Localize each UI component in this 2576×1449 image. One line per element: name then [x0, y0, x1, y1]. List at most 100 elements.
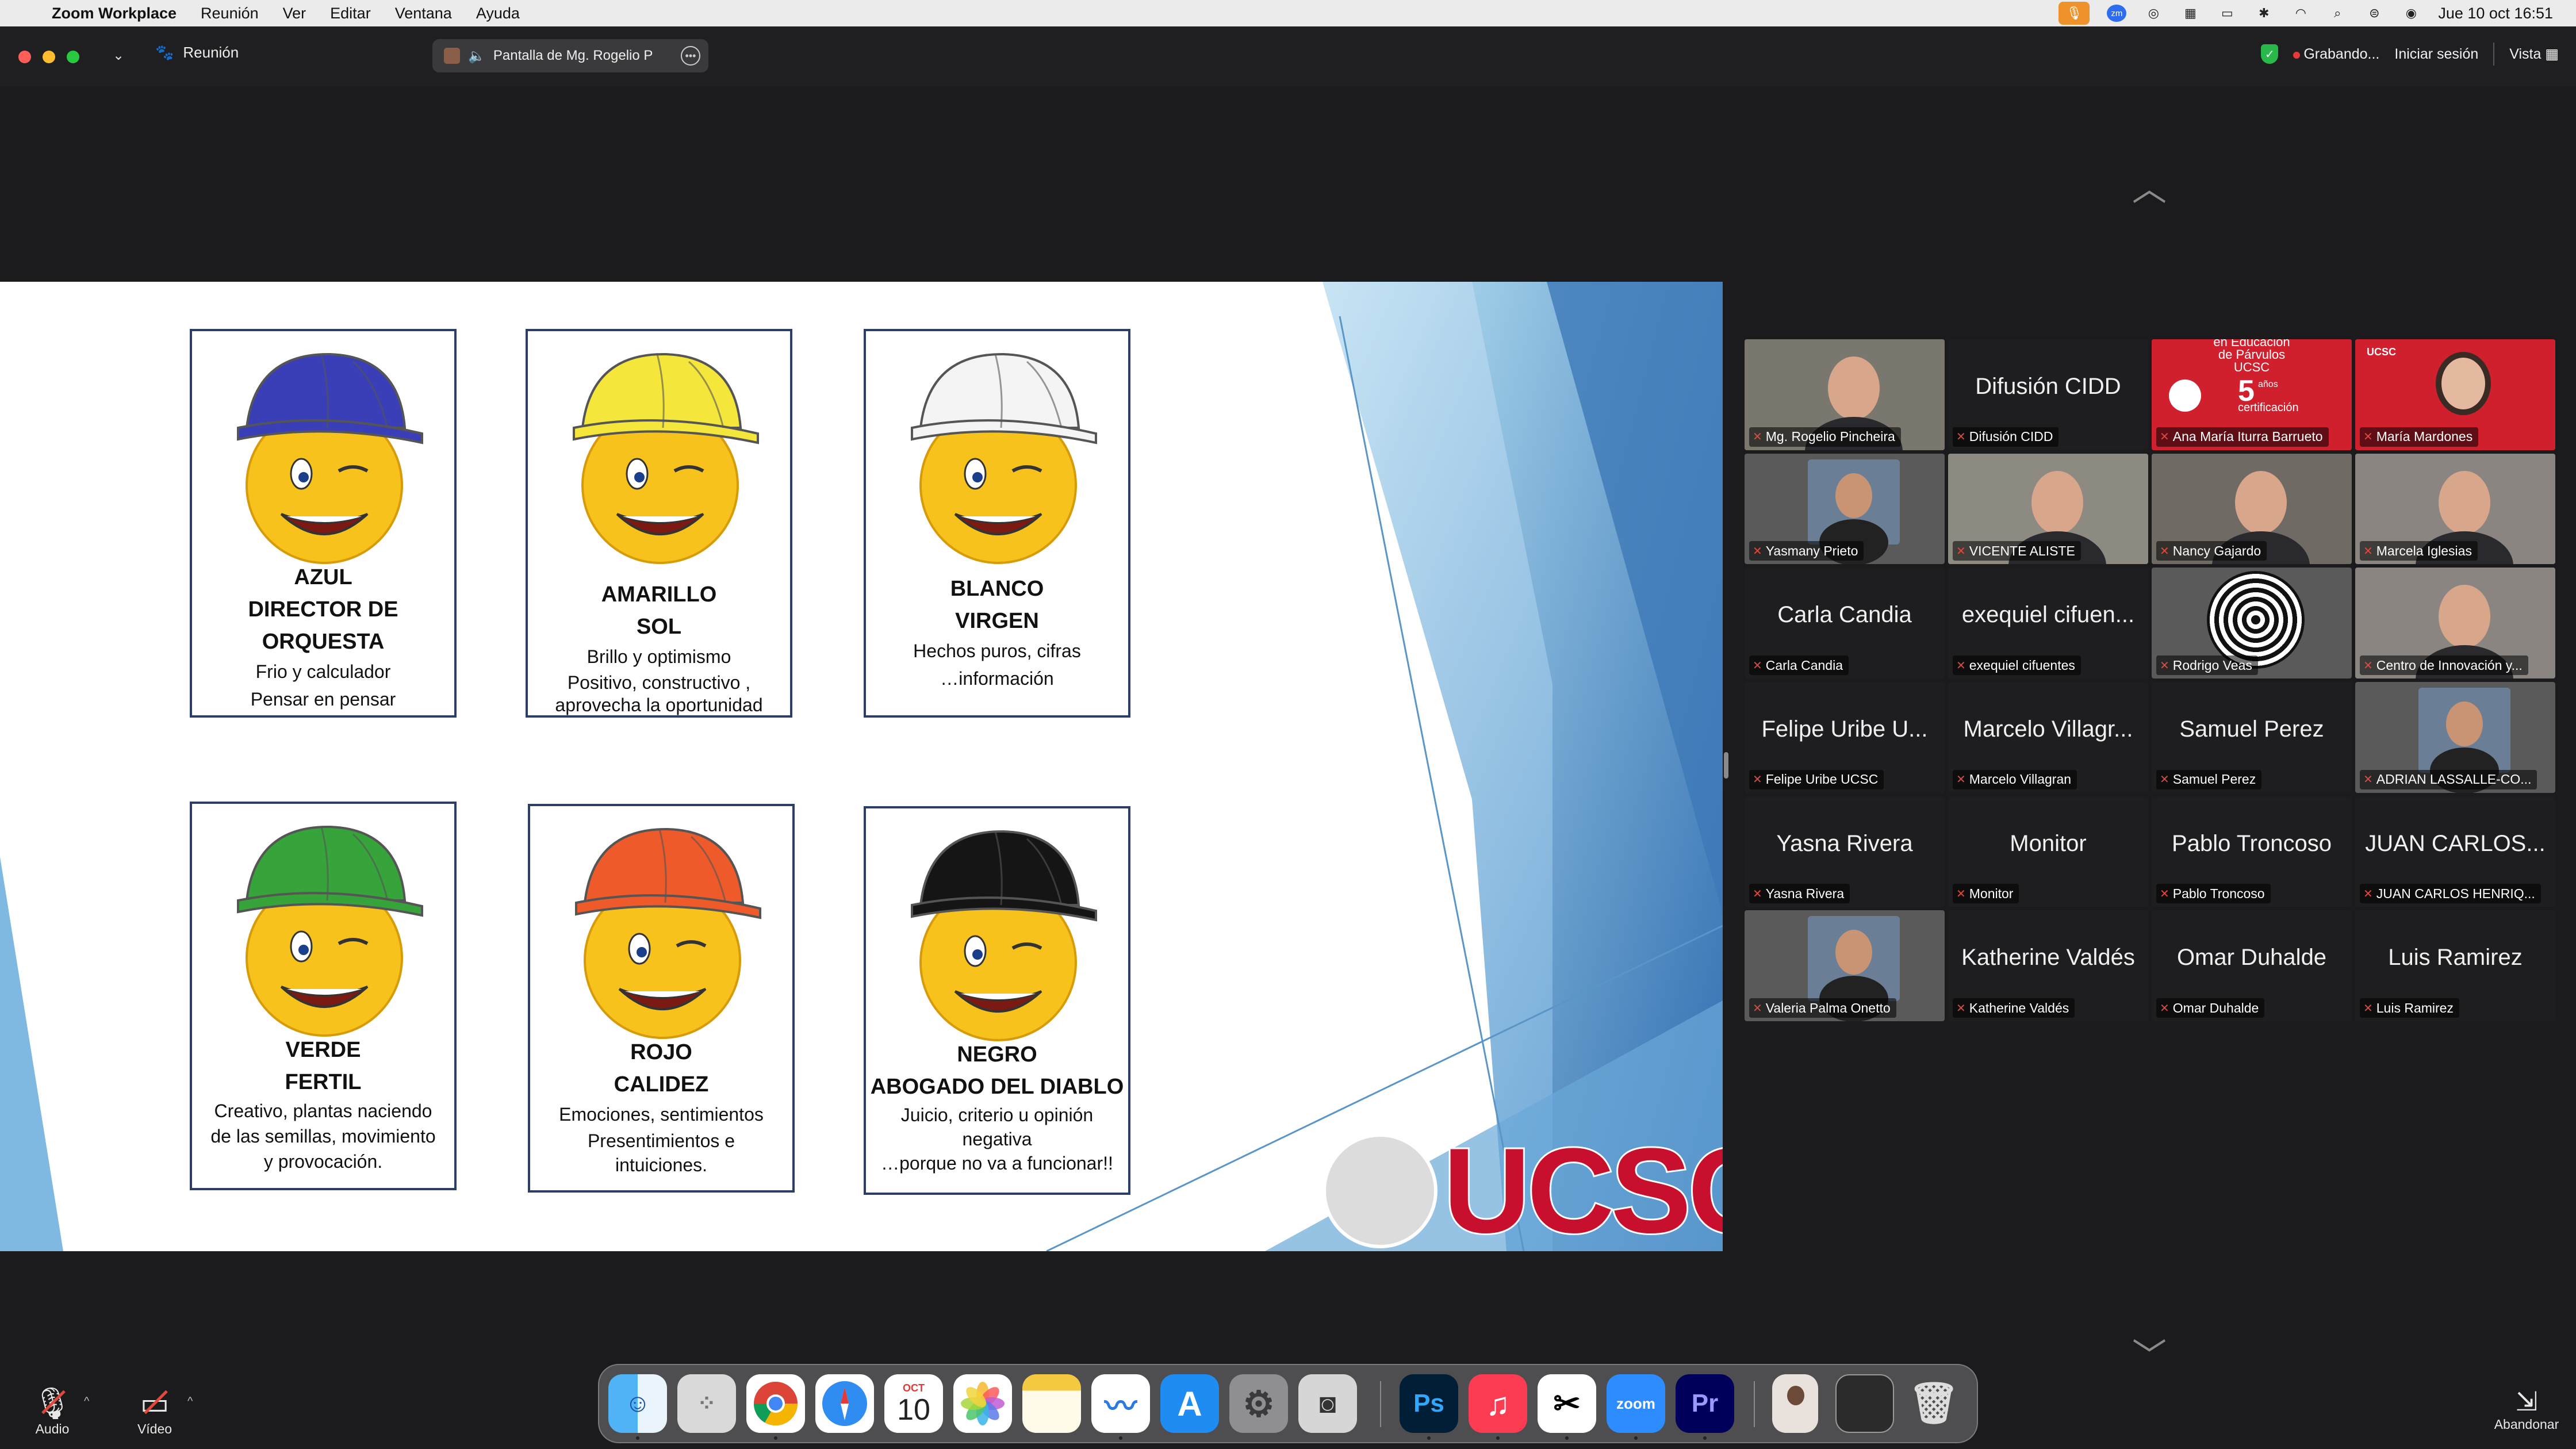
menubar-clock[interactable]: Jue 10 oct 16:51	[2438, 5, 2553, 22]
wifi-icon[interactable]: ◠	[2291, 5, 2310, 22]
participant-face	[2031, 470, 2083, 534]
participant-tile[interactable]: ✕ Marcela Iglesias	[2355, 453, 2555, 565]
participant-tile[interactable]: exequiel cifuen... ✕ exequiel cifuentes	[1948, 568, 2148, 678]
macos-dock: ☺ ⁘ OCT 10 〰 A ⚙ ◙ Ps ♫ ✂ zoom Pr 🗑	[598, 1364, 1978, 1443]
menu-reunion[interactable]: Reunión	[201, 5, 259, 22]
trash-icon[interactable]: 🗑	[1904, 1374, 1963, 1433]
participant-tile[interactable]: UCSC ✕ María Mardones	[2355, 339, 2555, 450]
menu-ver[interactable]: Ver	[283, 5, 306, 22]
leave-icon: ⇲	[2515, 1386, 2538, 1416]
launchpad-icon[interactable]: ⁘	[677, 1374, 736, 1433]
card-subtitle: FERTIL	[285, 1070, 362, 1094]
system-settings-icon[interactable]: ⚙	[1229, 1374, 1288, 1433]
app-store-icon[interactable]: A	[1160, 1374, 1219, 1433]
recent-window-icon[interactable]	[1835, 1374, 1894, 1433]
photoshop-icon[interactable]: Ps	[1400, 1374, 1458, 1440]
menu-app-name[interactable]: Zoom Workplace	[52, 5, 177, 22]
leave-meeting-button[interactable]: ⇲ Abandonar	[2492, 1386, 2561, 1432]
meeting-info[interactable]: 🐾 Reunión	[155, 44, 239, 62]
participant-tile[interactable]: JUAN CARLOS... ✕ JUAN CARLOS HENRIQ...	[2355, 796, 2555, 907]
participant-face	[1828, 356, 1880, 420]
freeform-icon[interactable]: 〰	[1091, 1374, 1150, 1440]
video-options-caret-icon[interactable]: ^	[187, 1395, 193, 1408]
participant-tile[interactable]: Omar Duhalde ✕ Omar Duhalde	[2152, 910, 2352, 1021]
participant-tile[interactable]: en Educación de Párvulos UCSC 5 años certific…	[2152, 339, 2352, 450]
grid-status-icon[interactable]: ▦	[2180, 5, 2200, 22]
recent-doc-icon[interactable]	[1772, 1374, 1818, 1433]
music-icon[interactable]: ♫	[1469, 1374, 1527, 1440]
creative-cloud-icon[interactable]: ◎	[2144, 5, 2163, 22]
participant-tile[interactable]: Difusión CIDD ✕ Difusión CIDD	[1948, 339, 2148, 450]
menu-ventana[interactable]: Ventana	[395, 5, 452, 22]
participant-tile[interactable]: ✕ Nancy Gajardo	[2152, 453, 2352, 565]
participant-name-tag: ✕ Monitor	[1953, 884, 2019, 904]
participant-gallery: ✕ Mg. Rogelio Pincheira Difusión CIDD ✕ Difu…	[1745, 339, 2555, 1021]
premiere-icon[interactable]: Pr	[1676, 1374, 1734, 1440]
bluetooth-icon[interactable]: ✱	[2254, 5, 2274, 22]
fullscreen-window-button[interactable]	[67, 51, 79, 63]
minimize-window-button[interactable]	[43, 51, 55, 63]
screen-mirroring-icon[interactable]: ▭	[2217, 5, 2237, 22]
macos-menu-bar: Zoom Workplace Reunión Ver Editar Ventan…	[0, 0, 2576, 26]
panel-resize-handle[interactable]	[1724, 752, 1728, 779]
recording-status[interactable]: Grabando...	[2293, 46, 2379, 63]
close-window-button[interactable]	[18, 51, 31, 63]
muted-mic-icon: ✕	[1753, 773, 1762, 787]
participant-tile[interactable]: ✕ ADRIAN LASSALLE-CO...	[2355, 682, 2555, 793]
participant-tile[interactable]: ✕ Mg. Rogelio Pincheira	[1745, 339, 1945, 450]
spotlight-search-icon[interactable]: ⌕	[2328, 5, 2347, 22]
audio-label: Audio	[35, 1421, 70, 1436]
participant-tile[interactable]: Katherine Valdés ✕ Katherine Valdés	[1948, 910, 2148, 1021]
microphone-in-use-icon[interactable]: 🎙	[2058, 2, 2090, 25]
participant-tile[interactable]: ✕ Rodrigo Veas	[2152, 568, 2352, 678]
scroll-up-chevron-icon[interactable]: ︿	[2128, 161, 2171, 211]
video-button[interactable]: ▭ Vídeo	[123, 1386, 186, 1437]
window-controls	[18, 51, 79, 63]
zoom-status-icon[interactable]: zm	[2107, 5, 2127, 22]
menu-editar[interactable]: Editar	[330, 5, 371, 22]
zoom-icon[interactable]: zoom	[1607, 1374, 1665, 1440]
calendar-icon[interactable]: OCT 10	[884, 1374, 943, 1433]
more-options-icon[interactable]: •••	[681, 46, 700, 66]
participant-tile[interactable]: Yasna Rivera ✕ Yasna Rivera	[1745, 796, 1945, 907]
participant-tile[interactable]: Monitor ✕ Monitor	[1948, 796, 2148, 907]
participant-tile[interactable]: ✕ Yasmany Prieto	[1745, 453, 1945, 565]
card-subtitle: CALIDEZ	[614, 1072, 709, 1097]
participant-name: VICENTE ALISTE	[1969, 543, 2075, 558]
photos-icon[interactable]	[953, 1374, 1012, 1433]
card-title: BLANCO	[950, 577, 1044, 601]
control-center-icon[interactable]: ⊜	[2364, 5, 2384, 22]
screenshot-icon[interactable]: ◙	[1298, 1374, 1357, 1433]
security-shield-icon[interactable]: ✓	[2261, 44, 2279, 64]
chevron-down-icon[interactable]: ⌄	[113, 47, 124, 64]
audio-button[interactable]: 🎙 Audio	[21, 1386, 84, 1437]
chrome-icon[interactable]	[746, 1374, 805, 1440]
participant-face	[2235, 470, 2287, 534]
audio-options-caret-icon[interactable]: ^	[84, 1395, 89, 1408]
participant-tile[interactable]: Felipe Uribe U... ✕ Felipe Uribe UCSC	[1745, 682, 1945, 793]
participant-tile[interactable]: Samuel Perez ✕ Samuel Perez	[2152, 682, 2352, 793]
participant-tile[interactable]: Pablo Troncoso ✕ Pablo Troncoso	[2152, 796, 2352, 907]
banner-line: certificación	[2238, 401, 2299, 414]
muted-mic-icon: ✕	[1753, 1002, 1762, 1015]
participant-name: Valeria Palma Onetto	[1765, 1000, 1891, 1015]
safari-icon[interactable]	[815, 1374, 874, 1433]
participant-tile[interactable]: Luis Ramirez ✕ Luis Ramirez	[2355, 910, 2555, 1021]
capcut-icon[interactable]: ✂	[1538, 1374, 1596, 1440]
participant-face	[2439, 585, 2490, 649]
participant-name: ADRIAN LASSALLE-CO...	[2376, 772, 2532, 787]
finder-icon[interactable]: ☺	[608, 1374, 667, 1440]
sign-in-button[interactable]: Iniciar sesión	[2394, 46, 2478, 63]
screen-share-indicator[interactable]: 🔈 Pantalla de Mg. Rogelio P •••	[432, 39, 708, 72]
participant-tile[interactable]: ✕ Centro de Innovación y...	[2355, 568, 2555, 678]
participant-tile[interactable]: Carla Candia ✕ Carla Candia	[1745, 568, 1945, 678]
participant-name: Felipe Uribe UCSC	[1765, 772, 1879, 787]
participant-tile[interactable]: Marcelo Villagr... ✕ Marcelo Villagran	[1948, 682, 2148, 793]
view-button[interactable]: Vista ▦	[2509, 45, 2559, 63]
siri-icon[interactable]: ◉	[2401, 5, 2421, 22]
participant-name-tag: ✕ Marcelo Villagran	[1953, 769, 2077, 789]
participant-tile[interactable]: ✕ VICENTE ALISTE	[1948, 453, 2148, 565]
participant-tile[interactable]: ✕ Valeria Palma Onetto	[1745, 910, 1945, 1021]
menu-ayuda[interactable]: Ayuda	[476, 5, 520, 22]
notes-icon[interactable]	[1022, 1374, 1081, 1433]
